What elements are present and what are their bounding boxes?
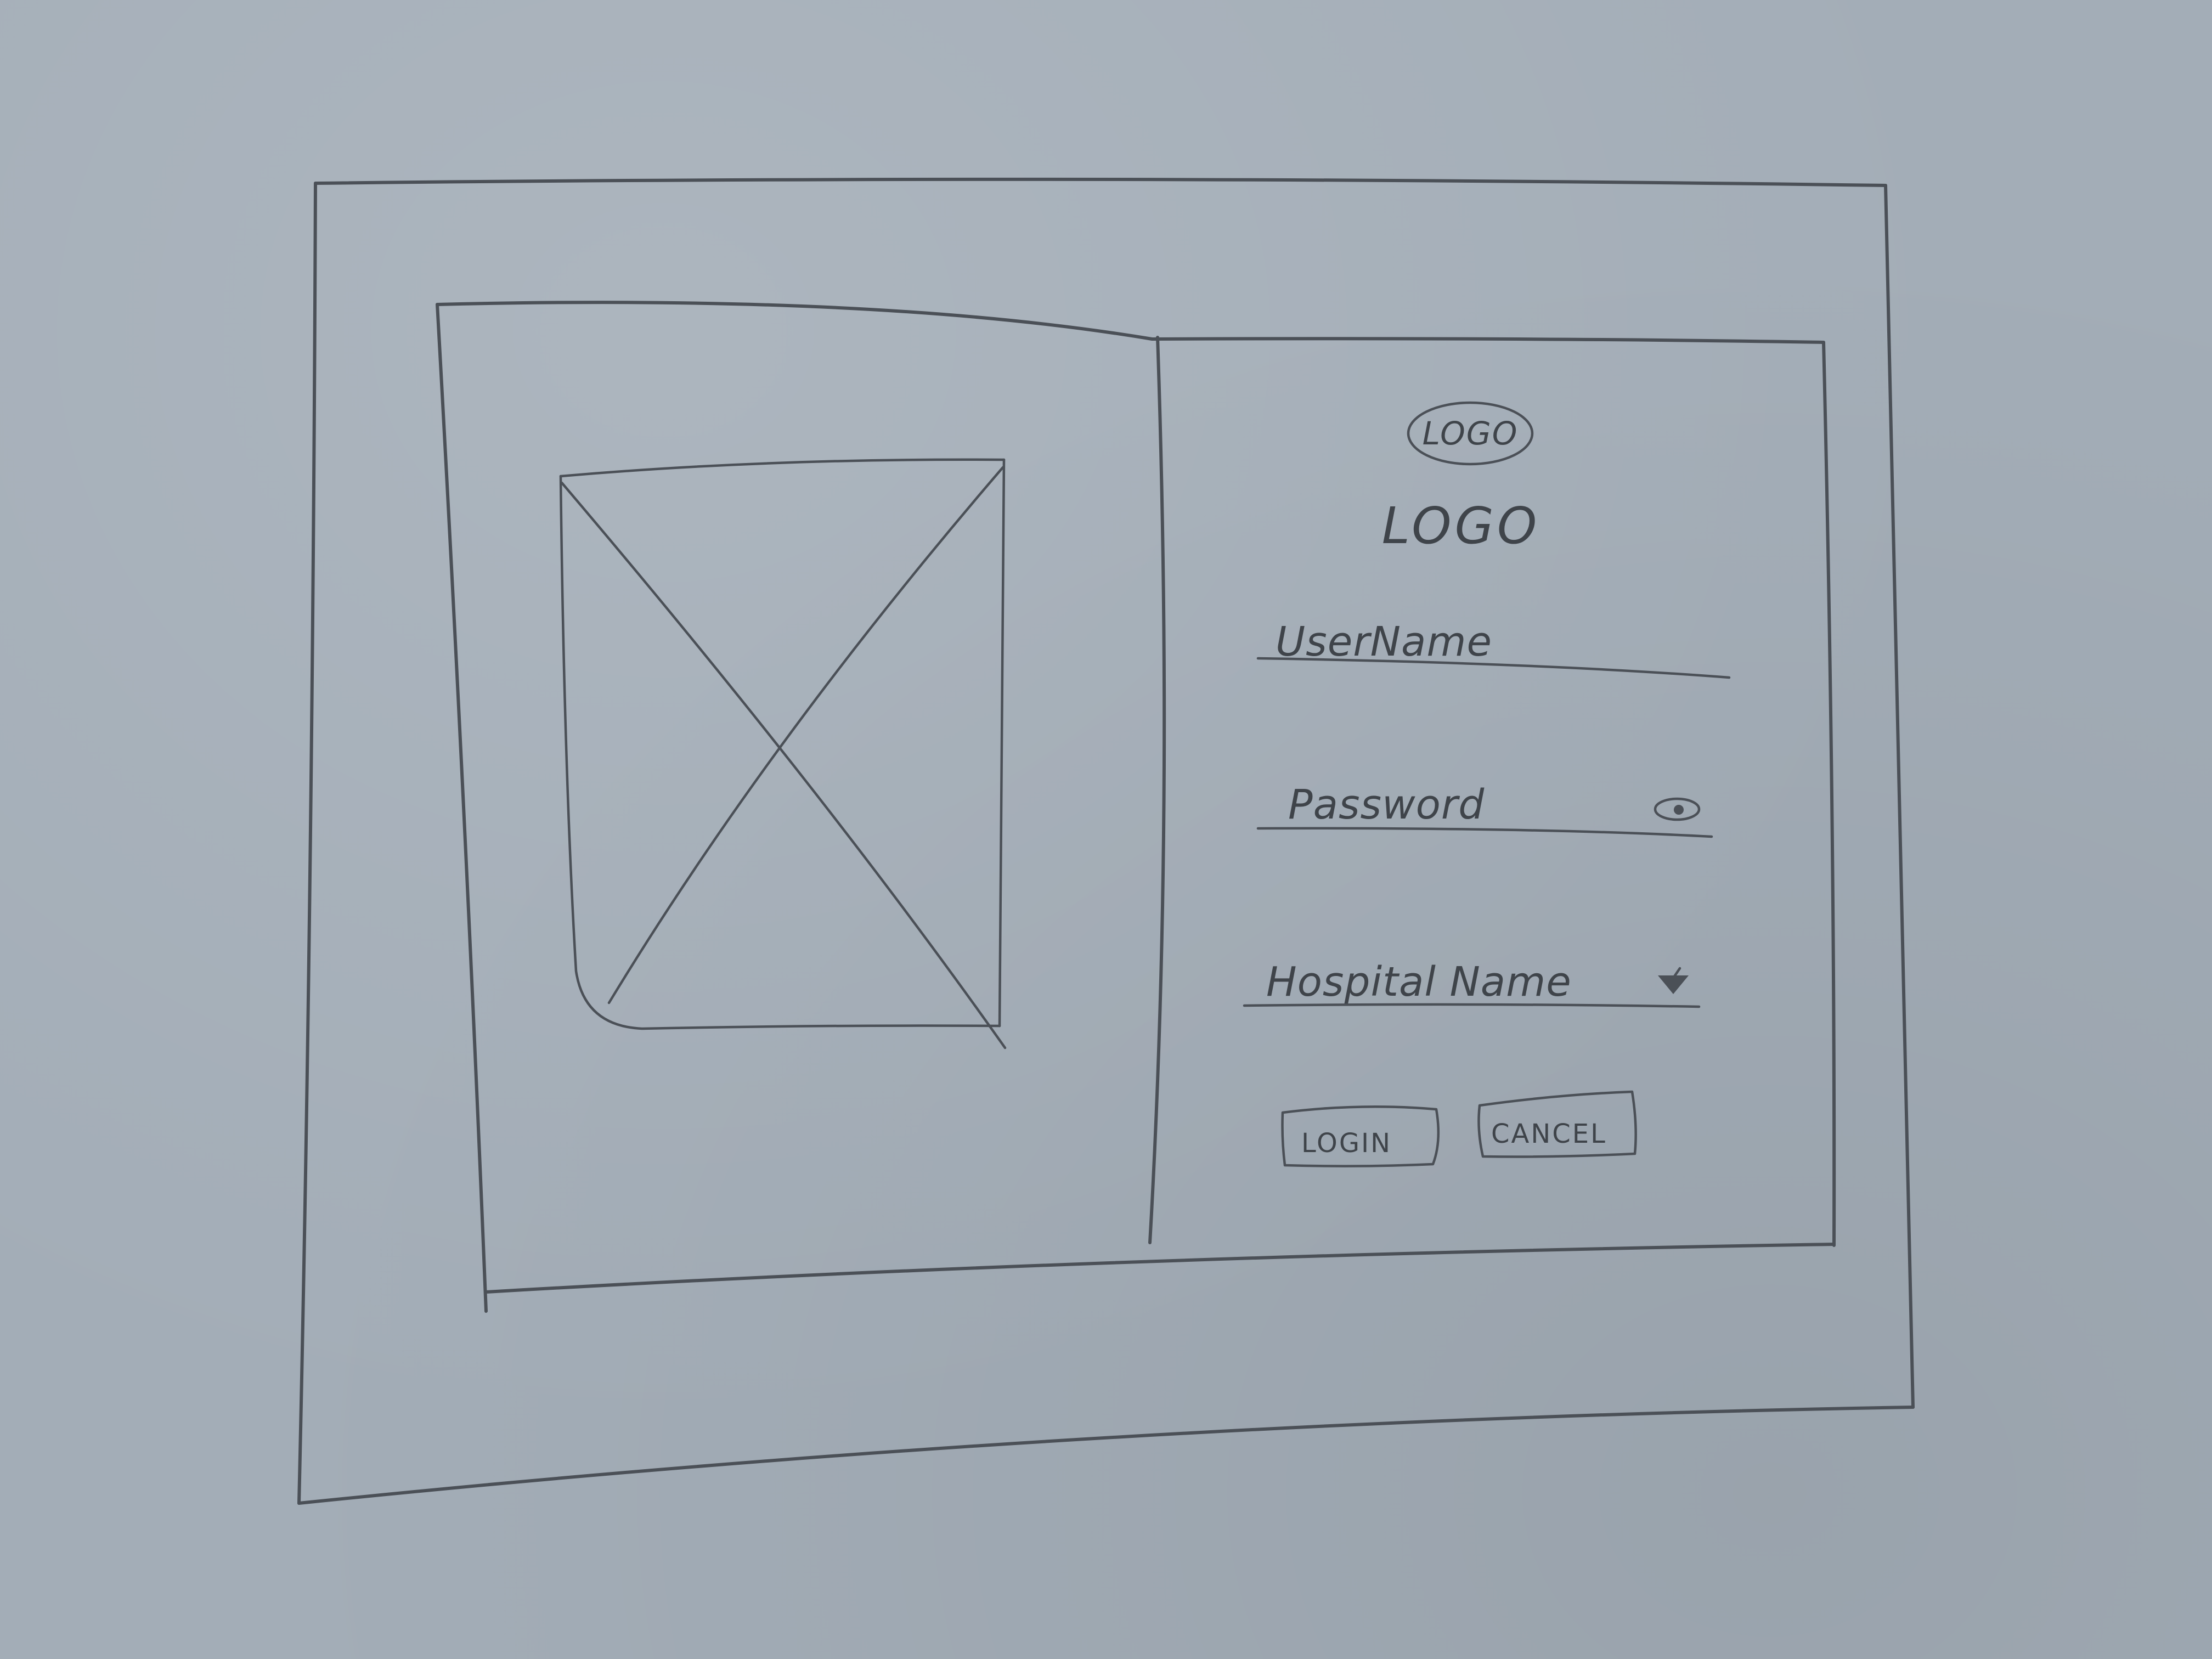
logo-text: LOGO [1382, 496, 1541, 555]
logo-badge-text: LOGO [1423, 415, 1519, 452]
logo-badge: LOGO [1407, 401, 1534, 466]
hospital-underline [1243, 1003, 1701, 1008]
image-placeholder [559, 458, 1007, 1049]
username-field[interactable]: UserName [1256, 618, 1731, 679]
panel-divider [1148, 336, 1166, 1244]
login-button-label: LOGIN [1301, 1128, 1392, 1159]
cancel-button-label: CANCEL [1491, 1119, 1607, 1149]
login-card [436, 301, 1836, 1313]
password-field[interactable]: Password [1256, 781, 1713, 838]
cancel-button[interactable]: CANCEL [1477, 1090, 1637, 1158]
hospital-name-select[interactable]: Hospital Name [1243, 958, 1701, 1008]
login-button[interactable]: LOGIN [1281, 1105, 1440, 1167]
dropdown-arrow-icon[interactable] [1658, 967, 1689, 994]
hospital-name-placeholder: Hospital Name [1266, 958, 1572, 1006]
password-placeholder: Password [1288, 781, 1485, 828]
password-underline [1256, 827, 1713, 838]
outer-screen-frame [297, 177, 1915, 1505]
eye-icon[interactable] [1654, 797, 1701, 821]
wireframe-sketch: LOGO LOGO UserName Password Hospital Nam… [297, 177, 1915, 1505]
